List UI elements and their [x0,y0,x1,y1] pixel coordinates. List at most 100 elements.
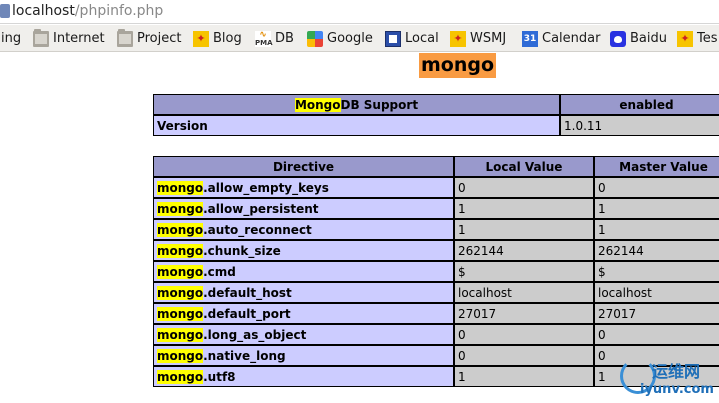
master-value: localhost [594,282,719,303]
directive-prefix: mongo [157,306,204,321]
local-value: $ [454,261,594,282]
bookmark-label: Local [405,31,439,46]
directive-name: mongo.default_port [153,303,454,324]
directive-prefix: mongo [157,327,204,342]
directive-suffix: .native_long [203,348,286,363]
support-header: MongoDB Support [153,94,560,115]
table-row: mongo.cmd $ $ [153,261,719,282]
master-value: 27017 [594,303,719,324]
pma-icon-text: PMA [255,38,273,47]
local-value: 0 [454,177,594,198]
support-table: MongoDB Support enabled Version 1.0.11 [153,94,719,136]
bookmark-label: DB [275,31,294,46]
bookmark-project[interactable]: Project [117,28,182,48]
master-value: $ [594,261,719,282]
watermark-name: 运维网 [652,362,701,381]
baidu-paw-icon [610,30,626,47]
column-header-master: Master Value [594,156,719,177]
directive-prefix: mongo [157,369,204,384]
directive-prefix: mongo [157,264,204,279]
directive-name: mongo.long_as_object [153,324,454,345]
table-row: Version 1.0.11 [153,115,719,136]
local-value: 1 [454,366,594,387]
local-value: 1 [454,219,594,240]
bookmark-baidu[interactable]: Baidu [610,29,667,48]
table-row: mongo.auto_reconnect 1 1 [153,219,719,240]
yellow-bookmark-icon: ✦ [193,30,209,47]
directive-suffix: .allow_persistent [203,201,319,216]
bookmark-label: Tes [697,31,718,46]
bookmark-label: Calendar [542,31,601,46]
directive-prefix: mongo [157,180,204,195]
directive-name: mongo.utf8 [153,366,454,387]
header-highlight: Mongo [294,97,341,112]
bookmark-label: Baidu [630,31,667,46]
master-value: 1 [594,198,719,219]
local-value: localhost [454,282,594,303]
directive-name: mongo.allow_persistent [153,198,454,219]
phpmyadmin-icon: ∿ PMA [255,29,273,47]
yellow-bookmark-icon: ✦ [450,30,466,47]
local-value: 262144 [454,240,594,261]
table-row: mongo.long_as_object 0 0 [153,324,719,345]
watermark-url: iyunv.com [640,382,714,397]
bookmark-label: Google [327,31,373,46]
page-favicon-icon [0,4,10,18]
directive-prefix: mongo [157,201,204,216]
bookmark-tes[interactable]: ✦ Tes [677,29,718,48]
bookmark-local[interactable]: Local [385,29,439,48]
directive-name: mongo.default_host [153,282,454,303]
directive-suffix: .chunk_size [203,243,281,258]
directive-suffix: .default_host [203,285,292,300]
calendar-icon: 31 [522,30,538,47]
local-icon [385,30,401,47]
table-row: mongo.allow_empty_keys 0 0 [153,177,719,198]
url-path: /phpinfo.php [74,3,164,19]
directive-name: mongo.auto_reconnect [153,219,454,240]
directive-name: mongo.native_long [153,345,454,366]
directive-suffix: .long_as_object [203,327,307,342]
bookmark-google[interactable]: Google [307,29,373,48]
local-value: 27017 [454,303,594,324]
bookmark-blog[interactable]: ✦ Blog [193,29,242,48]
bookmarks-bar: ing Internet Project ✦ Blog ∿ PMA DB Goog… [0,25,719,52]
table-row: mongo.chunk_size 262144 262144 [153,240,719,261]
bookmark-label: Blog [213,31,242,46]
directive-name: mongo.cmd [153,261,454,282]
directive-name: mongo.chunk_size [153,240,454,261]
bookmark-partial[interactable]: ing [0,29,21,48]
bookmark-wsmj[interactable]: ✦ WSMJ [450,29,506,48]
directive-suffix: .utf8 [203,369,236,384]
directive-suffix: .allow_empty_keys [203,180,329,195]
bookmark-db[interactable]: ∿ PMA DB [255,29,294,48]
column-header-directive: Directive [153,156,454,177]
bookmark-internet[interactable]: Internet [33,28,105,48]
url-text[interactable]: localhost/phpinfo.php [12,2,163,20]
directive-prefix: mongo [157,243,204,258]
watermark-logo: 运维网 iyunv.com [612,352,719,403]
bookmark-calendar[interactable]: 31 Calendar [522,29,600,48]
yellow-bookmark-icon: ✦ [677,30,693,47]
folder-icon [33,28,49,47]
table-row: MongoDB Support enabled [153,94,719,115]
table-row: mongo.allow_persistent 1 1 [153,198,719,219]
url-host: localhost [12,3,75,19]
directive-prefix: mongo [157,222,204,237]
bookmark-label: Internet [53,31,105,46]
column-header-local: Local Value [454,156,594,177]
bookmark-label: ing [1,31,22,46]
module-heading: mongo [419,53,497,78]
google-icon [307,30,323,47]
directive-suffix: .auto_reconnect [203,222,312,237]
header-rest: DB Support [340,97,419,112]
directive-suffix: .cmd [203,264,236,279]
local-value: 0 [454,324,594,345]
table-header-row: Directive Local Value Master Value [153,156,719,177]
url-bar[interactable]: localhost/phpinfo.php [0,0,719,24]
bookmark-label: Project [137,31,182,46]
version-label: Version [153,115,560,136]
directive-name: mongo.allow_empty_keys [153,177,454,198]
table-row: mongo.default_port 27017 27017 [153,303,719,324]
master-value: 0 [594,177,719,198]
support-status: enabled [560,94,719,115]
